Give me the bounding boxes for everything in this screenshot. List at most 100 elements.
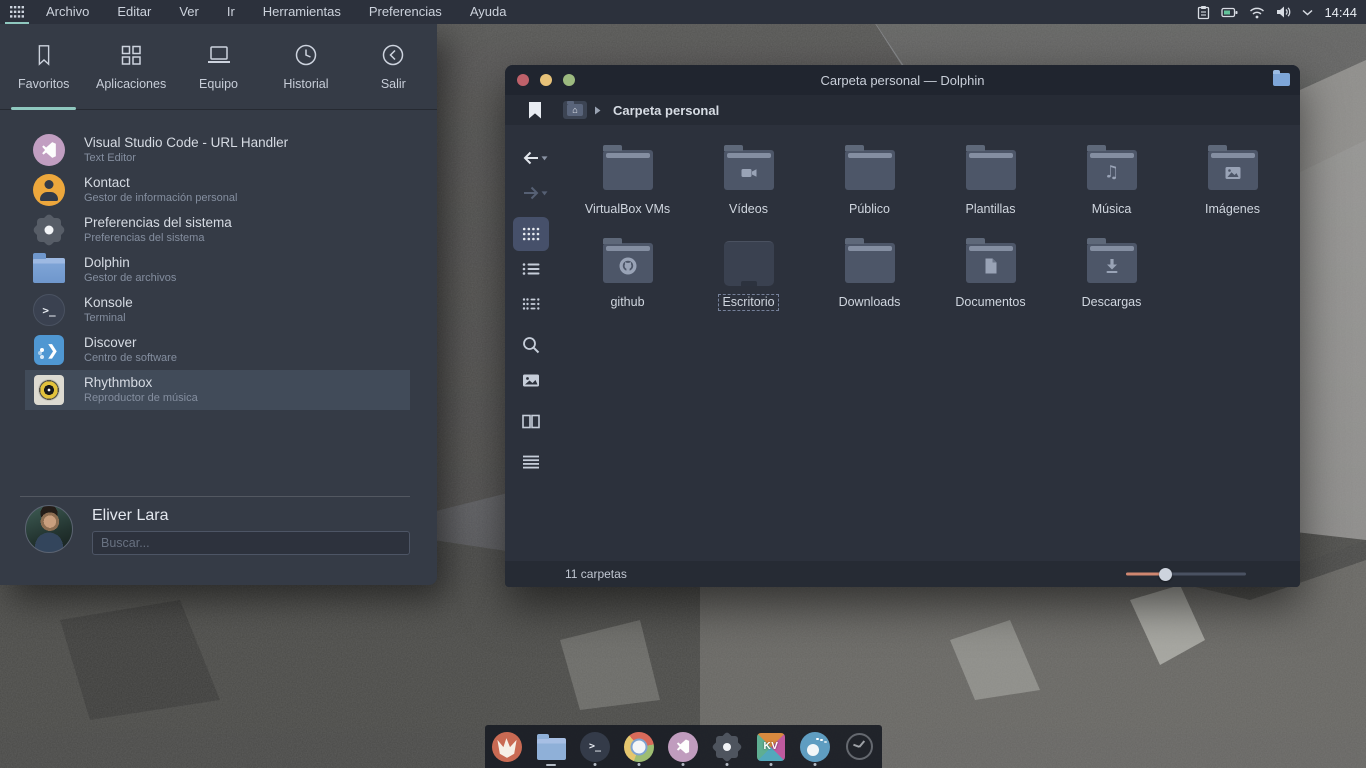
- window-title: Carpeta personal — Dolphin: [505, 73, 1300, 88]
- app-name: Rhythmbox: [84, 376, 198, 390]
- window-titlebar[interactable]: Carpeta personal — Dolphin: [505, 65, 1300, 95]
- tab-aplicaciones[interactable]: Aplicaciones: [87, 24, 174, 109]
- tab-favoritos[interactable]: Favoritos: [0, 24, 87, 109]
- chevron-down-icon[interactable]: [1302, 9, 1313, 16]
- preview-image-icon: [522, 373, 540, 388]
- menu-preferencias[interactable]: Preferencias: [355, 0, 456, 24]
- list-item-rhythmbox[interactable]: Rhythmbox Reproductor de música: [25, 370, 410, 410]
- folder-imagenes[interactable]: Imágenes: [1172, 141, 1293, 234]
- app-description: Terminal: [84, 313, 133, 324]
- clock[interactable]: 14:44: [1324, 5, 1357, 20]
- tab-historial[interactable]: Historial: [262, 24, 349, 109]
- status-text: 11 carpetas: [565, 567, 627, 581]
- volume-icon[interactable]: [1276, 5, 1291, 19]
- menu-herramientas[interactable]: Herramientas: [249, 0, 355, 24]
- tab-equipo[interactable]: Equipo: [175, 24, 262, 109]
- folder-github[interactable]: github: [567, 234, 688, 327]
- list-item-discover[interactable]: ❯ Discover Centro de software: [25, 330, 410, 370]
- avatar[interactable]: [25, 505, 73, 553]
- home-button[interactable]: ⌂: [563, 101, 587, 119]
- list-item-kontact[interactable]: Kontact Gestor de información personal: [25, 170, 410, 210]
- terminal-icon: >_: [33, 294, 65, 326]
- laptop-icon: [205, 42, 233, 68]
- list-view-button[interactable]: [513, 252, 549, 286]
- desktop-screen-icon: [724, 241, 774, 286]
- details-view-icon: [522, 297, 540, 311]
- tab-label: Equipo: [199, 77, 238, 91]
- search-button[interactable]: [513, 328, 549, 362]
- folder-downloads[interactable]: Downloads: [809, 234, 930, 327]
- back-button[interactable]: [513, 141, 549, 175]
- dock-vscode[interactable]: [661, 725, 705, 768]
- dock-music-player[interactable]: [793, 725, 837, 768]
- list-item-system-settings[interactable]: Preferencias del sistema Preferencias de…: [25, 210, 410, 250]
- menu-ayuda[interactable]: Ayuda: [456, 0, 521, 24]
- menu-button[interactable]: [513, 445, 549, 479]
- back-history-caret[interactable]: [541, 156, 548, 161]
- dock-settings[interactable]: [705, 725, 749, 768]
- hamburger-menu-icon: [522, 455, 540, 469]
- icons-view-icon: [522, 227, 540, 241]
- image-icon: [1225, 166, 1241, 179]
- tab-label: Favoritos: [18, 77, 69, 91]
- logout-icon: [380, 42, 406, 68]
- application-launcher-panel: Favoritos Aplicaciones Equipo: [0, 24, 437, 585]
- icons-view-button[interactable]: [513, 217, 549, 251]
- dock-kvantum[interactable]: KV: [749, 725, 793, 768]
- dock-file-manager[interactable]: [529, 725, 573, 768]
- dock-konsole[interactable]: >_: [573, 725, 617, 768]
- menu-archivo[interactable]: Archivo: [32, 0, 103, 24]
- video-camera-icon: [741, 166, 757, 179]
- dock-clock[interactable]: [837, 725, 881, 768]
- details-view-button[interactable]: [513, 287, 549, 321]
- close-button[interactable]: [517, 74, 529, 86]
- dolphin-window: Carpeta personal — Dolphin ⌂ Carpeta per…: [505, 65, 1300, 587]
- folder-musica[interactable]: ♫ Música: [1051, 141, 1172, 234]
- folder-escritorio[interactable]: Escritorio: [688, 234, 809, 327]
- clock-icon: [293, 42, 319, 68]
- menu-ir[interactable]: Ir: [213, 0, 249, 24]
- folder-publico[interactable]: Público: [809, 141, 930, 234]
- tab-salir[interactable]: Salir: [350, 24, 437, 109]
- clipboard-icon[interactable]: [1197, 5, 1210, 20]
- list-item-konsole[interactable]: >_ Konsole Terminal: [25, 290, 410, 330]
- folder-videos[interactable]: Vídeos: [688, 141, 809, 234]
- zoom-slider-handle[interactable]: [1159, 568, 1172, 581]
- chrome-icon: [624, 732, 654, 762]
- app-name: Kontact: [84, 176, 237, 190]
- app-launcher-button[interactable]: [2, 0, 32, 24]
- menu-ver[interactable]: Ver: [165, 0, 213, 24]
- app-description: Text Editor: [84, 153, 288, 164]
- list-item-dolphin[interactable]: Dolphin Gestor de archivos: [25, 250, 410, 290]
- chevron-right-icon: [594, 106, 601, 115]
- forward-history-caret[interactable]: [541, 191, 548, 196]
- divider: [20, 496, 410, 497]
- location-bar: ⌂ Carpeta personal: [505, 95, 1300, 125]
- battery-icon[interactable]: [1221, 6, 1238, 19]
- folder-documentos[interactable]: Documentos: [930, 234, 1051, 327]
- dock-chrome[interactable]: [617, 725, 661, 768]
- zoom-slider[interactable]: [1126, 573, 1246, 576]
- folder-virtualbox-vms[interactable]: VirtualBox VMs: [567, 141, 688, 234]
- dock-firefox[interactable]: [485, 725, 529, 768]
- file-manager-icon: [537, 738, 566, 760]
- split-view-button[interactable]: [513, 404, 549, 438]
- vscode-icon: [33, 134, 65, 166]
- app-grid-icon: [10, 6, 24, 18]
- app-name: Visual Studio Code - URL Handler: [84, 136, 288, 150]
- menu-editar[interactable]: Editar: [103, 0, 165, 24]
- preview-button[interactable]: [513, 363, 549, 397]
- maximize-button[interactable]: [563, 74, 575, 86]
- app-description: Centro de software: [84, 353, 177, 364]
- breadcrumb[interactable]: Carpeta personal: [613, 103, 719, 118]
- status-bar: 11 carpetas: [505, 561, 1300, 587]
- folder-plantillas[interactable]: Plantillas: [930, 141, 1051, 234]
- forward-button[interactable]: [513, 176, 549, 210]
- search-input[interactable]: [92, 531, 410, 555]
- wifi-icon[interactable]: [1249, 6, 1265, 19]
- global-menubar: Archivo Editar Ver Ir Herramientas Prefe…: [0, 0, 1366, 24]
- minimize-button[interactable]: [540, 74, 552, 86]
- list-item-vscode[interactable]: Visual Studio Code - URL Handler Text Ed…: [25, 130, 410, 170]
- bookmark-icon[interactable]: [529, 102, 541, 119]
- folder-descargas[interactable]: Descargas: [1051, 234, 1172, 327]
